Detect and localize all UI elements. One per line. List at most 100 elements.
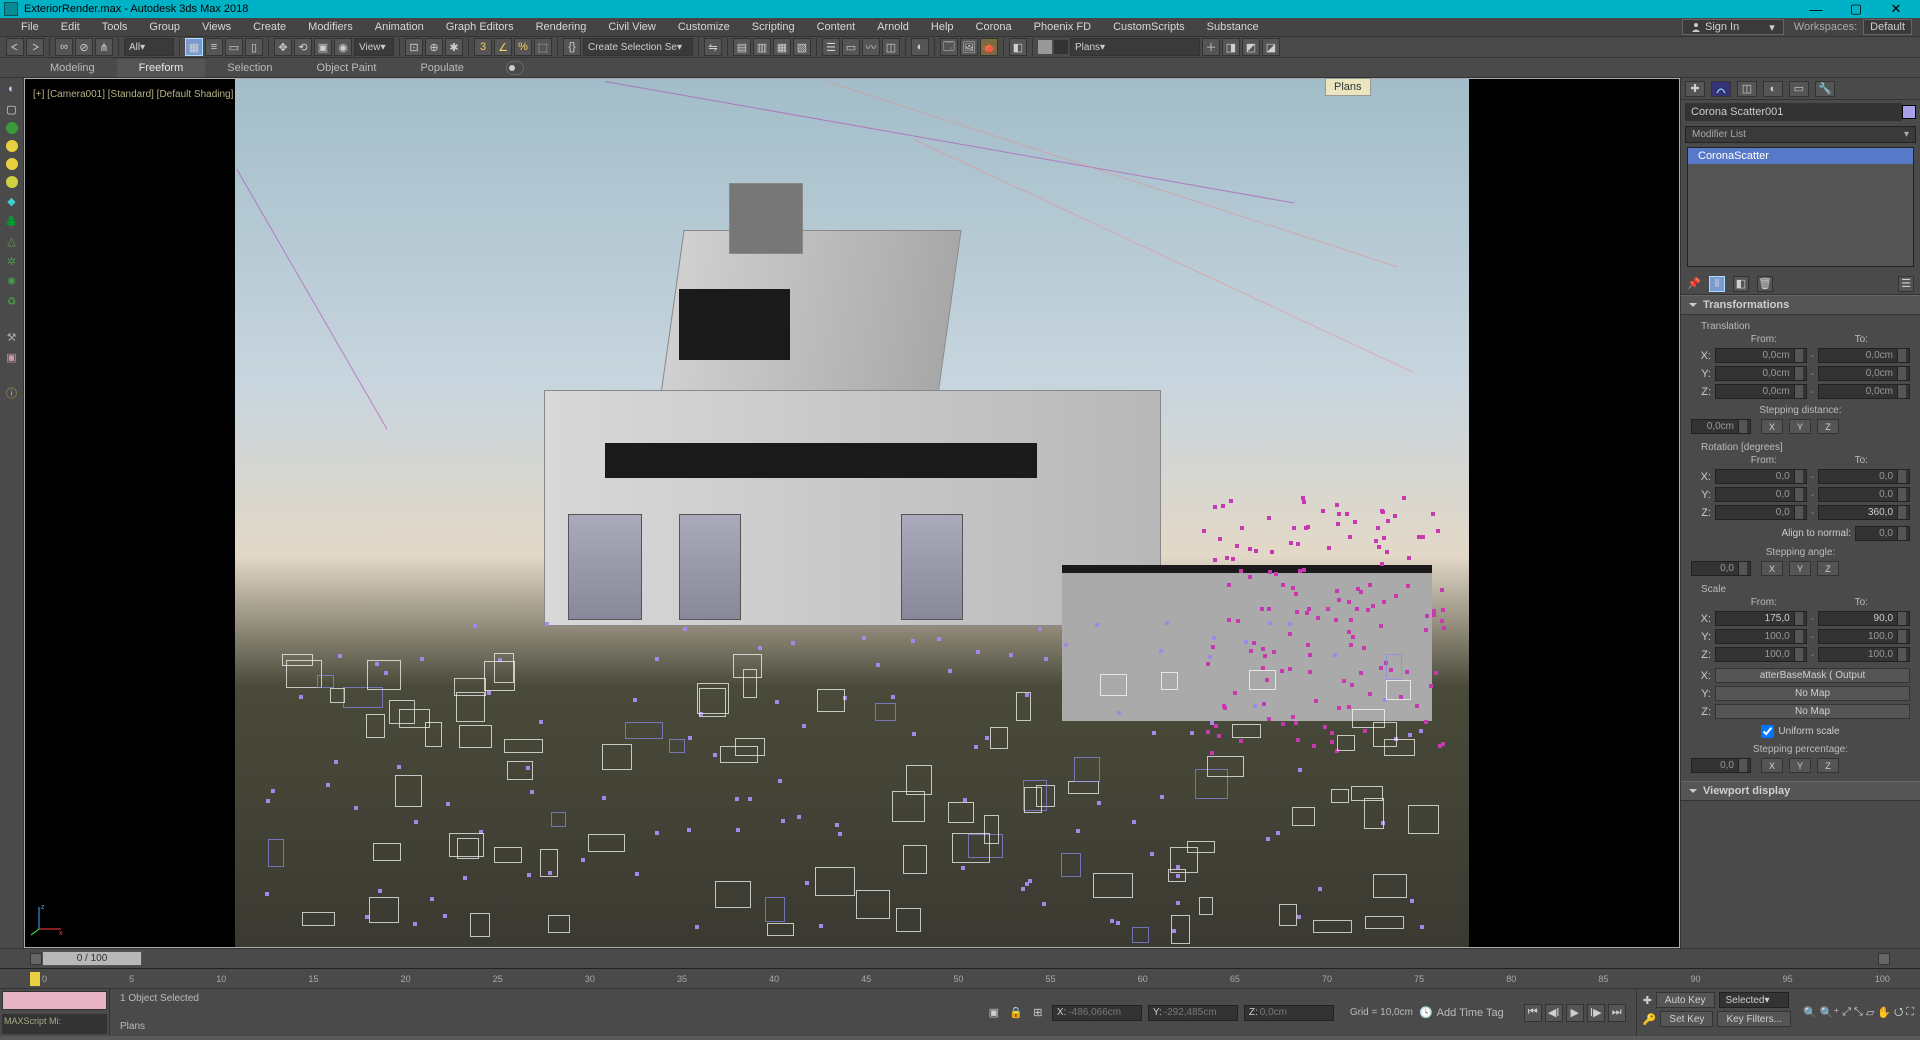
menu-file[interactable]: File: [10, 19, 50, 35]
add-time-tag[interactable]: 🕓Add Time Tag: [1419, 1006, 1504, 1019]
menu-substance[interactable]: Substance: [1196, 19, 1270, 35]
stepdist-y[interactable]: Y: [1789, 419, 1811, 434]
maximize-button[interactable]: ▢: [1836, 1, 1876, 17]
yellow-light-2-icon[interactable]: [6, 158, 18, 170]
yellow-light-icon[interactable]: [6, 140, 18, 152]
ribbon-populate[interactable]: Populate: [398, 59, 485, 77]
menu-civilview[interactable]: Civil View: [597, 19, 666, 35]
stepping-distance-input[interactable]: 0,0cm: [1691, 419, 1751, 434]
goto-start-button[interactable]: ⏮: [1524, 1004, 1542, 1022]
ribbon-toggle-icon[interactable]: [506, 61, 524, 75]
stepping-angle-input[interactable]: 0,0: [1691, 561, 1751, 576]
snap-toggle-3-button[interactable]: 3: [474, 38, 492, 56]
close-button[interactable]: ✕: [1876, 1, 1916, 17]
rollout-transformations[interactable]: Transformations: [1681, 295, 1920, 315]
zoom-extents-all-button[interactable]: ⤡: [1854, 1006, 1863, 1019]
set-key-button[interactable]: Set Key: [1660, 1011, 1713, 1027]
menu-customscripts[interactable]: CustomScripts: [1102, 19, 1196, 35]
tree-icon[interactable]: 🌲: [5, 214, 19, 228]
modifier-coronascatter[interactable]: CoronaScatter: [1688, 148, 1913, 164]
green-light-icon[interactable]: [6, 122, 18, 134]
unlink-button[interactable]: ⊘: [75, 38, 93, 56]
menu-group[interactable]: Group: [138, 19, 191, 35]
play-button[interactable]: ▶: [1566, 1004, 1584, 1022]
ribbon-selection[interactable]: Selection: [205, 59, 294, 77]
time-ruler[interactable]: 0510152025303540455055606570758085909510…: [0, 968, 1920, 988]
timeslider-handle[interactable]: 0 / 100: [42, 951, 142, 966]
zoom-button[interactable]: 🔍: [1803, 1006, 1817, 1019]
select-by-name-button[interactable]: ≡: [205, 38, 223, 56]
selection-center-button[interactable]: ⊕: [425, 38, 443, 56]
selection-lock-icon[interactable]: 🔒: [1008, 1005, 1024, 1021]
schematic-button[interactable]: ◫: [882, 38, 900, 56]
menu-create[interactable]: Create: [242, 19, 297, 35]
stepdist-z[interactable]: Z: [1817, 419, 1839, 434]
key-set-dropdown[interactable]: Selected ▾: [1719, 992, 1789, 1008]
scale-x-to[interactable]: 90,0: [1818, 611, 1910, 626]
window-crossing-button[interactable]: ▯: [245, 38, 263, 56]
menu-animation[interactable]: Animation: [364, 19, 435, 35]
scale-y-to[interactable]: 100,0: [1818, 629, 1910, 644]
uniform-scale-checkbox[interactable]: Uniform scale: [1761, 725, 1839, 738]
scale-z-to[interactable]: 100,0: [1818, 647, 1910, 662]
scale-y-from[interactable]: 100,0: [1715, 629, 1807, 644]
info-icon[interactable]: ⓘ: [5, 386, 19, 400]
percent-snap-button[interactable]: %: [514, 38, 532, 56]
configure-sets-icon[interactable]: ☰: [1898, 276, 1914, 292]
selection-filter-dropdown[interactable]: All ▾: [124, 38, 174, 56]
trans-x-from[interactable]: 0,0cm: [1715, 348, 1807, 363]
transform-type-in-icon[interactable]: ⊞: [1030, 1005, 1046, 1021]
material-editor-button[interactable]: ◐: [911, 38, 929, 56]
menu-corona[interactable]: Corona: [965, 19, 1023, 35]
toggle-ribbon-button[interactable]: ▭: [842, 38, 860, 56]
angle-snap-button[interactable]: ∠: [494, 38, 512, 56]
select-place-button[interactable]: ◉: [334, 38, 352, 56]
menu-scripting[interactable]: Scripting: [741, 19, 806, 35]
mirror-button[interactable]: ⇋: [704, 38, 722, 56]
ribbon-modeling[interactable]: Modeling: [28, 59, 117, 77]
menu-views[interactable]: Views: [191, 19, 242, 35]
rot-y-from[interactable]: 0,0: [1715, 487, 1807, 502]
stepang-x[interactable]: X: [1761, 561, 1783, 576]
stepang-z[interactable]: Z: [1817, 561, 1839, 576]
trans-z-to[interactable]: 0,0cm: [1818, 384, 1910, 399]
manipulate-button[interactable]: ✱: [445, 38, 463, 56]
viewport[interactable]: [+] [Camera001] [Standard] [Default Shad…: [24, 78, 1680, 948]
remove-modifier-icon[interactable]: 🗑: [1757, 276, 1773, 292]
max-toggle-button[interactable]: ⛶: [1906, 1006, 1914, 1019]
rot-x-from[interactable]: 0,0: [1715, 469, 1807, 484]
triangle-icon[interactable]: △: [5, 234, 19, 248]
next-frame-button[interactable]: Ⅰ▶: [1587, 1004, 1605, 1022]
ribbon-freeform[interactable]: Freeform: [117, 59, 206, 77]
utilities-tab-icon[interactable]: 🔧: [1815, 81, 1835, 97]
teapot-icon[interactable]: ◐: [5, 82, 19, 96]
motion-tab-icon[interactable]: ◐: [1763, 81, 1783, 97]
timeslider-right-arrow[interactable]: [1878, 953, 1890, 965]
burst-icon[interactable]: ✺: [5, 274, 19, 288]
edit-named-sel-button[interactable]: {}: [563, 38, 581, 56]
rot-x-to[interactable]: 0,0: [1818, 469, 1910, 484]
rect-region-button[interactable]: ▭: [225, 38, 243, 56]
object-color-swatch[interactable]: [1902, 105, 1916, 119]
layer-dropdown[interactable]: Plans ▾: [1070, 38, 1200, 56]
pan-button[interactable]: ✋: [1877, 1006, 1891, 1019]
scale-x-from[interactable]: 175,0: [1715, 611, 1807, 626]
show-end-result-icon[interactable]: Ⅱ: [1709, 276, 1725, 292]
menu-customize[interactable]: Customize: [667, 19, 741, 35]
modify-tab-icon[interactable]: [1711, 81, 1731, 97]
key-mode-toggle[interactable]: ✚: [1643, 994, 1652, 1007]
menu-help[interactable]: Help: [920, 19, 965, 35]
layer-select-button[interactable]: ◩: [1242, 38, 1260, 56]
align-quick-button[interactable]: ▥: [753, 38, 771, 56]
menu-arnold[interactable]: Arnold: [866, 19, 920, 35]
create-tab-icon[interactable]: ✚: [1685, 81, 1705, 97]
auto-key-button[interactable]: Auto Key: [1656, 992, 1715, 1008]
steppct-y[interactable]: Y: [1789, 758, 1811, 773]
ref-coord-dropdown[interactable]: View ▾: [354, 38, 394, 56]
menu-edit[interactable]: Edit: [50, 19, 91, 35]
render-setup-button[interactable]: 🗔: [940, 38, 958, 56]
goto-end-button[interactable]: ⏭: [1608, 1004, 1626, 1022]
field-of-view-button[interactable]: ▱: [1866, 1006, 1874, 1019]
rot-z-to[interactable]: 360,0: [1818, 505, 1910, 520]
named-selection-dropdown[interactable]: Create Selection Se ▾: [583, 38, 693, 56]
